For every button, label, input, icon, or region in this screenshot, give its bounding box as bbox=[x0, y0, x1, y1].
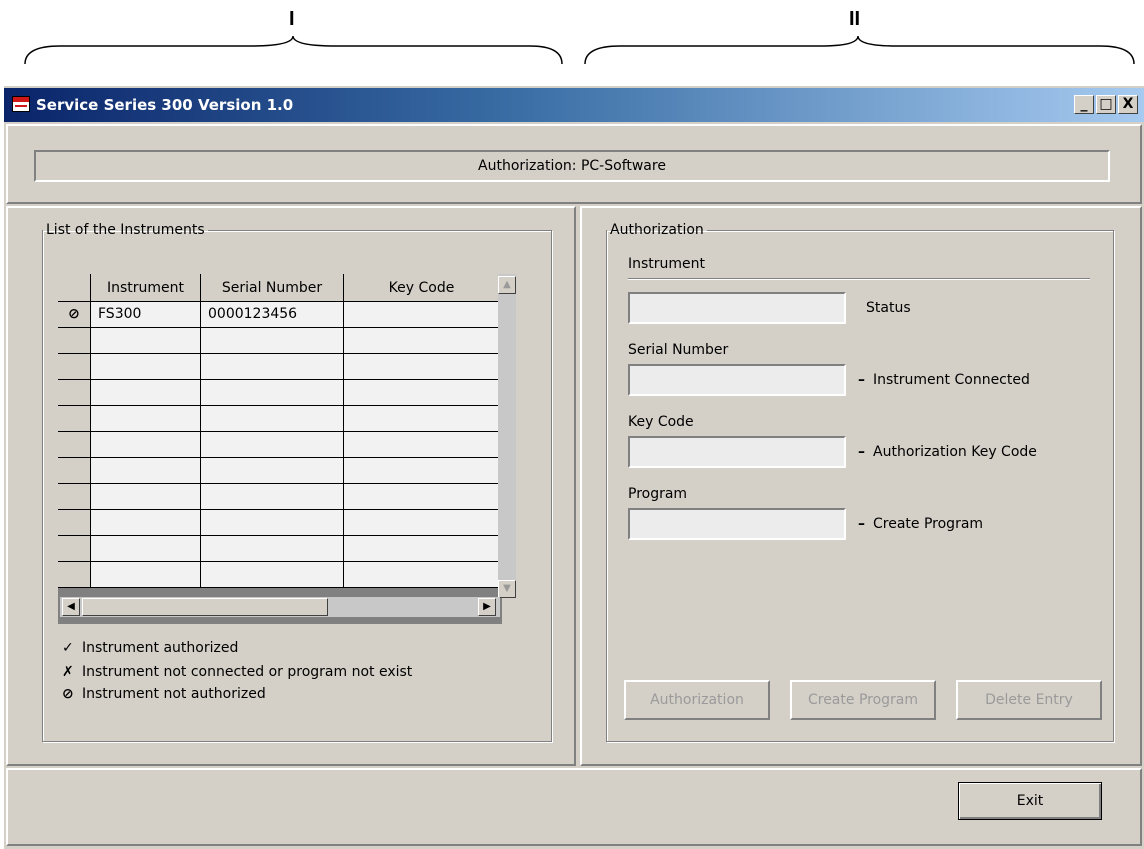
row-status-indicator[interactable] bbox=[58, 354, 91, 380]
row-status-indicator[interactable] bbox=[58, 562, 91, 588]
authorization-group-title: Authorization bbox=[610, 222, 704, 238]
table-cell-key-code[interactable] bbox=[344, 380, 500, 406]
status-field bbox=[628, 292, 846, 324]
authorization-button[interactable]: Authorization bbox=[624, 680, 770, 720]
table-cell-key-code[interactable] bbox=[344, 536, 500, 562]
table-cell-serial[interactable] bbox=[201, 354, 344, 380]
table-cell-serial[interactable]: 0000123456 bbox=[201, 302, 344, 328]
instruments-group-title: List of the Instruments bbox=[46, 222, 205, 238]
row-status-indicator[interactable] bbox=[58, 510, 91, 536]
table-cell-instrument[interactable] bbox=[91, 562, 201, 588]
table-corner bbox=[58, 274, 91, 302]
table-cell-instrument[interactable]: FS300 bbox=[91, 302, 201, 328]
table-cell-key-code[interactable] bbox=[344, 484, 500, 510]
column-header-instrument[interactable]: Instrument bbox=[91, 274, 201, 302]
section-braces bbox=[24, 36, 1135, 65]
table-cell-serial[interactable] bbox=[201, 562, 344, 588]
row-status-indicator[interactable] bbox=[58, 484, 91, 510]
vertical-scrollbar[interactable]: ▲ ▼ bbox=[498, 274, 516, 598]
serial-number-field bbox=[628, 364, 846, 396]
window-title: Service Series 300 Version 1.0 bbox=[36, 96, 294, 114]
column-header-serial[interactable]: Serial Number bbox=[201, 274, 344, 302]
row-status-indicator[interactable] bbox=[58, 328, 91, 354]
instrument-label: Instrument bbox=[628, 256, 706, 272]
scroll-up-icon[interactable]: ▲ bbox=[498, 276, 516, 294]
key-code-field bbox=[628, 436, 846, 468]
table-cell-serial[interactable] bbox=[201, 432, 344, 458]
table-cell-serial[interactable] bbox=[201, 406, 344, 432]
scroll-left-icon[interactable]: ◀ bbox=[62, 598, 80, 616]
horizontal-scrollbar[interactable]: ◀ ▶ bbox=[60, 597, 500, 617]
table-cell-serial[interactable] bbox=[201, 380, 344, 406]
section-label-i: I bbox=[289, 8, 295, 30]
table-cell-serial[interactable] bbox=[201, 328, 344, 354]
table-cell-key-code[interactable] bbox=[344, 562, 500, 588]
key-code-label: Key Code bbox=[628, 414, 694, 430]
minimize-button[interactable]: _ bbox=[1074, 95, 1094, 114]
table-cell-instrument[interactable] bbox=[91, 328, 201, 354]
table-cell-key-code[interactable] bbox=[344, 302, 500, 328]
row-status-indicator[interactable] bbox=[58, 432, 91, 458]
row-status-indicator[interactable] bbox=[58, 536, 91, 562]
check-icon: ✓ bbox=[62, 640, 74, 656]
prohibited-icon: ⊘ bbox=[62, 686, 74, 702]
cross-icon: ✗ bbox=[62, 664, 74, 680]
table-cell-serial[interactable] bbox=[201, 536, 344, 562]
table-cell-key-code[interactable] bbox=[344, 510, 500, 536]
program-field bbox=[628, 508, 846, 540]
table-cell-instrument[interactable] bbox=[91, 536, 201, 562]
row-status-indicator[interactable] bbox=[58, 458, 91, 484]
table-cell-instrument[interactable] bbox=[91, 458, 201, 484]
exit-button[interactable]: Exit bbox=[958, 782, 1102, 820]
maximize-button[interactable]: □ bbox=[1096, 95, 1116, 114]
row-status-indicator[interactable] bbox=[58, 380, 91, 406]
create-program-button[interactable]: Create Program bbox=[790, 680, 936, 720]
serial-number-hint: – Instrument Connected bbox=[858, 372, 1030, 388]
column-header-key-code[interactable]: Key Code bbox=[344, 274, 500, 302]
section-label-ii: II bbox=[849, 8, 861, 30]
authorization-banner: Authorization: PC-Software bbox=[34, 150, 1110, 182]
app-icon bbox=[12, 96, 30, 112]
table-cell-instrument[interactable] bbox=[91, 510, 201, 536]
scroll-down-icon[interactable]: ▼ bbox=[498, 580, 516, 598]
table-cell-key-code[interactable] bbox=[344, 328, 500, 354]
table-cell-key-code[interactable] bbox=[344, 432, 500, 458]
scroll-right-icon[interactable]: ▶ bbox=[478, 598, 496, 616]
row-status-indicator[interactable]: ⊘ bbox=[58, 302, 91, 328]
table-cell-key-code[interactable] bbox=[344, 458, 500, 484]
table-cell-key-code[interactable] bbox=[344, 406, 500, 432]
row-status-indicator[interactable] bbox=[58, 406, 91, 432]
table-cell-instrument[interactable] bbox=[91, 484, 201, 510]
table-cell-instrument[interactable] bbox=[91, 432, 201, 458]
delete-entry-button[interactable]: Delete Entry bbox=[956, 680, 1102, 720]
table-cell-key-code[interactable] bbox=[344, 354, 500, 380]
table-cell-serial[interactable] bbox=[201, 458, 344, 484]
instruments-table[interactable]: Instrument Serial Number Key Code ⊘ FS300… bbox=[58, 274, 502, 624]
title-bar[interactable]: Service Series 300 Version 1.0 _ □ X bbox=[4, 88, 1144, 122]
key-code-hint: – Authorization Key Code bbox=[858, 444, 1037, 460]
program-label: Program bbox=[628, 486, 688, 502]
close-button[interactable]: X bbox=[1118, 95, 1138, 114]
divider bbox=[628, 278, 1090, 280]
table-cell-instrument[interactable] bbox=[91, 380, 201, 406]
table-cell-instrument[interactable] bbox=[91, 354, 201, 380]
status-label: Status bbox=[866, 300, 911, 316]
table-cell-serial[interactable] bbox=[201, 510, 344, 536]
serial-number-label: Serial Number bbox=[628, 342, 729, 358]
legend-authorized: ✓ Instrument authorized bbox=[62, 640, 239, 656]
program-hint: – Create Program bbox=[858, 516, 984, 532]
table-cell-instrument[interactable] bbox=[91, 406, 201, 432]
legend-not-authorized: ⊘ Instrument not authorized bbox=[62, 686, 266, 702]
table-cell-serial[interactable] bbox=[201, 484, 344, 510]
scroll-thumb[interactable] bbox=[82, 598, 328, 616]
legend-not-connected: ✗ Instrument not connected or program not… bbox=[62, 664, 413, 680]
